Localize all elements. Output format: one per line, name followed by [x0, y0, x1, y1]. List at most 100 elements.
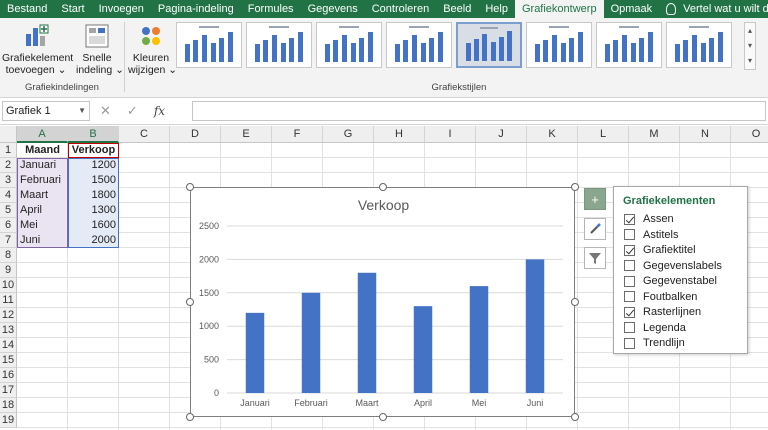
chart-element-option[interactable]: Foutbalken: [624, 290, 697, 304]
column-header[interactable]: J: [476, 126, 527, 143]
chart-filters-button[interactable]: [584, 247, 606, 269]
column-header[interactable]: K: [527, 126, 578, 143]
column-header[interactable]: N: [680, 126, 731, 143]
row-header[interactable]: 15: [0, 353, 17, 368]
row-header[interactable]: 8: [0, 248, 17, 263]
chart-element-option[interactable]: Astitels: [624, 228, 678, 242]
chart-style-thumbnail[interactable]: [526, 22, 592, 68]
column-header[interactable]: I: [425, 126, 476, 143]
row-header[interactable]: 4: [0, 188, 17, 203]
checkbox[interactable]: [624, 260, 635, 271]
chart-style-thumbnail[interactable]: [316, 22, 382, 68]
header-cell-month[interactable]: Maand: [17, 143, 68, 158]
resize-handle[interactable]: [378, 183, 387, 191]
tab-opmaak[interactable]: Opmaak: [604, 0, 660, 18]
chart-styles-button[interactable]: [584, 218, 606, 240]
tab-pagina-indeling[interactable]: Pagina-indeling: [151, 0, 241, 18]
column-header[interactable]: L: [578, 126, 629, 143]
row-header[interactable]: 7: [0, 233, 17, 248]
chevron-down-icon[interactable]: ▼: [78, 102, 86, 120]
month-cell[interactable]: Januari: [17, 158, 68, 173]
tab-formules[interactable]: Formules: [241, 0, 301, 18]
row-header[interactable]: 5: [0, 203, 17, 218]
resize-handle[interactable]: [571, 183, 579, 191]
column-header[interactable]: G: [323, 126, 374, 143]
chart-style-thumbnail[interactable]: [386, 22, 452, 68]
checkbox[interactable]: [624, 229, 635, 240]
column-header[interactable]: O: [731, 126, 768, 143]
column-header[interactable]: H: [374, 126, 425, 143]
sales-cell[interactable]: 1600: [68, 218, 119, 233]
tab-grafiekontwerp[interactable]: Grafiekontwerp: [514, 0, 604, 18]
confirm-icon[interactable]: ✓: [127, 103, 138, 119]
quick-layout-button[interactable]: Snelle indeling ⌄: [76, 22, 124, 76]
select-all-corner[interactable]: [0, 126, 17, 143]
column-header[interactable]: M: [629, 126, 680, 143]
sales-cell[interactable]: 1200: [68, 158, 119, 173]
sales-cell[interactable]: 1800: [68, 188, 119, 203]
month-cell[interactable]: Juni: [17, 233, 68, 248]
tab-start[interactable]: Start: [54, 0, 91, 18]
row-header[interactable]: 19: [0, 413, 17, 428]
row-header[interactable]: 6: [0, 218, 17, 233]
add-chart-element-button[interactable]: Grafiekelement toevoegen ⌄: [2, 22, 73, 76]
cancel-icon[interactable]: ✕: [100, 103, 111, 119]
row-header[interactable]: 3: [0, 173, 17, 188]
row-header[interactable]: 12: [0, 308, 17, 323]
column-header[interactable]: C: [119, 126, 170, 143]
chart-style-thumbnail[interactable]: [596, 22, 662, 68]
chart-element-option[interactable]: Trendlijn: [624, 336, 685, 350]
tab-invoegen[interactable]: Invoegen: [92, 0, 151, 18]
row-header[interactable]: 9: [0, 263, 17, 278]
checkbox[interactable]: [624, 244, 635, 256]
resize-handle[interactable]: [571, 298, 579, 306]
row-header[interactable]: 17: [0, 383, 17, 398]
row-header[interactable]: 2: [0, 158, 17, 173]
tab-beeld[interactable]: Beeld: [436, 0, 478, 18]
row-header[interactable]: 1: [0, 143, 17, 158]
chart[interactable]: Verkoop 0 500 1000 1500 2000 2500 Januari Februa…: [190, 187, 575, 417]
chart-element-option[interactable]: Gegevenstabel: [624, 274, 717, 288]
chart-style-thumbnail[interactable]: [176, 22, 242, 68]
resize-handle[interactable]: [571, 413, 579, 421]
month-cell[interactable]: Maart: [17, 188, 68, 203]
sales-cell[interactable]: 1500: [68, 173, 119, 188]
column-header[interactable]: A: [17, 126, 68, 143]
header-cell-sales[interactable]: Verkoop: [68, 143, 119, 158]
chart-element-option[interactable]: Grafiektitel: [624, 243, 696, 257]
resize-handle[interactable]: [186, 413, 194, 421]
chart-element-option[interactable]: Rasterlijnen: [624, 305, 701, 319]
chart-elements-button[interactable]: +: [584, 188, 606, 210]
chart-style-thumbnail[interactable]: [456, 22, 522, 68]
row-header[interactable]: 14: [0, 338, 17, 353]
tab-bestand[interactable]: Bestand: [0, 0, 54, 18]
chart-element-option[interactable]: Legenda: [624, 321, 686, 335]
tab-help[interactable]: Help: [478, 0, 515, 18]
column-header[interactable]: B: [68, 126, 119, 143]
change-colors-button[interactable]: Kleuren wijzigen ⌄: [128, 22, 177, 76]
chart-style-thumbnail[interactable]: [666, 22, 732, 68]
insert-function-icon[interactable]: fx: [154, 104, 165, 118]
row-header[interactable]: 16: [0, 368, 17, 383]
row-header[interactable]: 10: [0, 278, 17, 293]
checkbox[interactable]: [624, 275, 635, 287]
row-header[interactable]: 13: [0, 323, 17, 338]
checkbox[interactable]: [624, 213, 635, 225]
chart-element-option[interactable]: Gegevenslabels: [624, 259, 722, 273]
resize-handle[interactable]: [186, 298, 194, 306]
month-cell[interactable]: April: [17, 203, 68, 218]
column-header[interactable]: D: [170, 126, 221, 143]
row-header[interactable]: 18: [0, 398, 17, 413]
sales-cell[interactable]: 1300: [68, 203, 119, 218]
sales-cell[interactable]: 2000: [68, 233, 119, 248]
column-header[interactable]: E: [221, 126, 272, 143]
checkbox[interactable]: [624, 337, 635, 349]
resize-handle[interactable]: [378, 413, 387, 421]
tell-me-search[interactable]: Vertel wat u wilt doen: [659, 0, 768, 18]
tab-controleren[interactable]: Controleren: [365, 0, 436, 18]
chart-style-thumbnail[interactable]: [246, 22, 312, 68]
gallery-scroll[interactable]: ▴ ▾ ▾: [744, 22, 756, 70]
checkbox[interactable]: [624, 322, 635, 333]
checkbox[interactable]: [624, 306, 635, 318]
checkbox[interactable]: [624, 291, 635, 302]
